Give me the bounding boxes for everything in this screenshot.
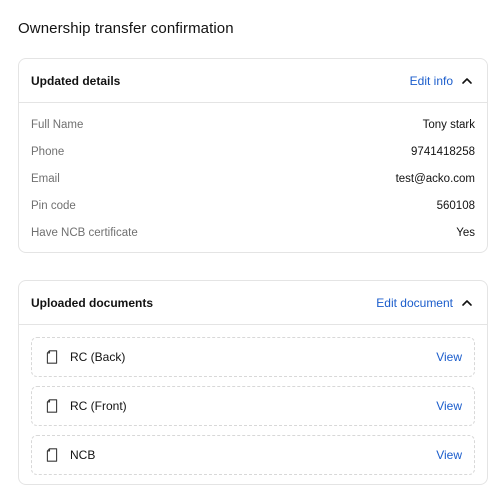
document-name: RC (Back) xyxy=(70,350,126,364)
detail-row-pin-code: Pin code 560108 xyxy=(31,192,475,219)
document-name: RC (Front) xyxy=(70,399,127,413)
chevron-up-icon[interactable] xyxy=(461,75,473,87)
detail-row-full-name: Full Name Tony stark xyxy=(31,111,475,138)
edit-document-link[interactable]: Edit document xyxy=(376,296,453,310)
updated-details-header[interactable]: Updated details Edit info xyxy=(19,59,487,103)
uploaded-documents-card: Uploaded documents Edit document RC (Bac… xyxy=(18,280,488,485)
detail-value: test@acko.com xyxy=(395,172,475,185)
document-item-rc-back: RC (Back) View xyxy=(31,337,475,377)
document-icon xyxy=(46,399,58,413)
edit-info-action[interactable]: Edit info xyxy=(410,74,473,88)
detail-value: 560108 xyxy=(436,199,475,212)
documents-list: RC (Back) View RC (Front) View NCB View xyxy=(19,325,487,475)
detail-label: Have NCB certificate xyxy=(31,226,138,239)
detail-label: Full Name xyxy=(31,118,84,131)
detail-row-email: Email test@acko.com xyxy=(31,165,475,192)
chevron-up-icon[interactable] xyxy=(461,297,473,309)
document-icon xyxy=(46,448,58,462)
document-item-ncb: NCB View xyxy=(31,435,475,475)
updated-details-card: Updated details Edit info Full Name Tony… xyxy=(18,58,488,253)
view-document-link[interactable]: View xyxy=(436,350,462,364)
edit-document-action[interactable]: Edit document xyxy=(376,296,473,310)
detail-row-ncb-certificate: Have NCB certificate Yes xyxy=(31,219,475,246)
edit-info-link[interactable]: Edit info xyxy=(410,74,453,88)
view-document-link[interactable]: View xyxy=(436,448,462,462)
detail-value: Yes xyxy=(456,226,475,239)
document-name: NCB xyxy=(70,448,96,462)
uploaded-documents-header[interactable]: Uploaded documents Edit document xyxy=(19,281,487,325)
view-document-link[interactable]: View xyxy=(436,399,462,413)
detail-label: Phone xyxy=(31,145,65,158)
details-list: Full Name Tony stark Phone 9741418258 Em… xyxy=(19,103,487,252)
detail-label: Email xyxy=(31,172,60,185)
detail-label: Pin code xyxy=(31,199,76,212)
document-icon xyxy=(46,350,58,364)
updated-details-title: Updated details xyxy=(31,73,121,88)
detail-value: Tony stark xyxy=(422,118,475,131)
detail-value: 9741418258 xyxy=(411,145,475,158)
uploaded-documents-title: Uploaded documents xyxy=(31,295,154,310)
page-title: Ownership transfer confirmation xyxy=(18,20,234,37)
detail-row-phone: Phone 9741418258 xyxy=(31,138,475,165)
document-item-rc-front: RC (Front) View xyxy=(31,386,475,426)
